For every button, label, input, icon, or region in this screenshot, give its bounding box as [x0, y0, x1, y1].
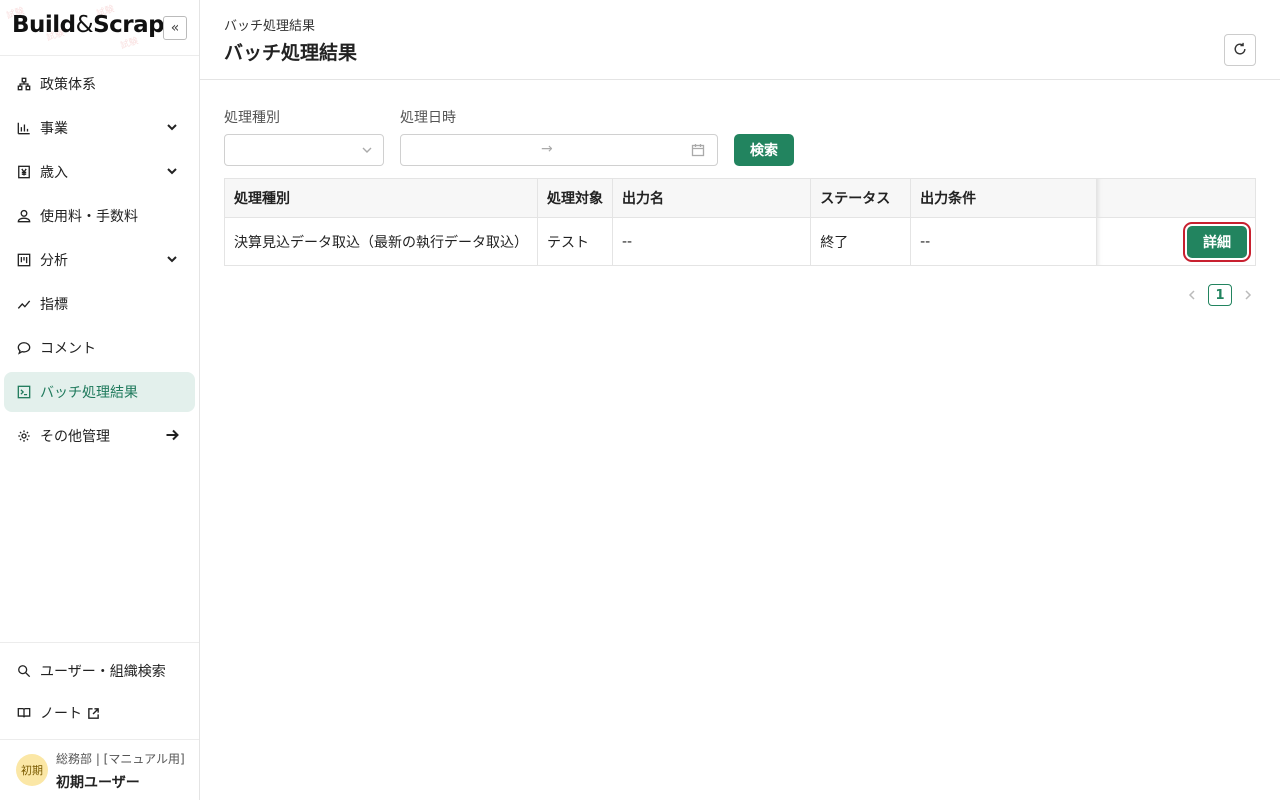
book-icon	[16, 705, 32, 721]
sidebar-item-projects[interactable]: 事業	[4, 108, 195, 148]
sidebar-item-user-org-search[interactable]: ユーザー・組織検索	[4, 651, 195, 691]
cell-output-condition: --	[910, 217, 1097, 266]
range-separator-icon: →	[541, 141, 553, 157]
search-button[interactable]: 検索	[734, 134, 794, 166]
sidebar-item-fees[interactable]: 使用料・手数料	[4, 196, 195, 236]
chevron-down-icon[interactable]	[165, 164, 179, 178]
comment-icon	[16, 340, 32, 356]
chevron-down-icon[interactable]	[165, 252, 179, 266]
sidebar-item-batch-results[interactable]: バッチ処理結果	[4, 372, 195, 412]
calendar-icon	[691, 143, 705, 157]
sidebar-item-notes[interactable]: ノート	[4, 693, 195, 733]
hierarchy-icon	[16, 76, 32, 92]
avatar: 初期	[16, 754, 48, 786]
user-name: 初期ユーザー	[56, 775, 140, 791]
prev-page-icon[interactable]	[1180, 284, 1204, 306]
sidebar: 試験 試験 試験 試験 Build&Scrap « 政策体系 事業 歳入 使用料…	[0, 0, 200, 800]
main-content: バッチ処理結果 バッチ処理結果 処理種別 処理日時 → 検索 処理種別 処理対象…	[200, 0, 1280, 800]
sidebar-item-comments[interactable]: コメント	[4, 328, 195, 368]
sidebar-item-label: その他管理	[40, 429, 110, 445]
logo-text-build: Build	[12, 12, 76, 38]
sidebar-item-label: 歳入	[40, 165, 68, 181]
column-header-actions	[1096, 178, 1256, 218]
page-header: バッチ処理結果 バッチ処理結果	[200, 0, 1280, 80]
table-header-row: 処理種別 処理対象 出力名 ステータス 出力条件	[224, 178, 1256, 218]
sidebar-bottom-nav: ユーザー・組織検索 ノート	[0, 642, 199, 739]
chevron-down-icon[interactable]	[165, 120, 179, 134]
search-icon	[16, 663, 32, 679]
sidebar-item-label: 事業	[40, 121, 68, 137]
page-title: バッチ処理結果	[224, 42, 358, 64]
processing-date-range-picker[interactable]: →	[400, 134, 718, 166]
yen-receipt-icon	[16, 164, 32, 180]
sidebar-item-label: ノート	[40, 706, 82, 722]
sidebar-item-label: 使用料・手数料	[40, 209, 138, 225]
board-icon	[16, 252, 32, 268]
pagination: 1	[1180, 284, 1260, 306]
next-page-icon[interactable]	[1236, 284, 1260, 306]
logo-text-scrap: Scrap	[93, 12, 165, 38]
sidebar-item-label: コメント	[40, 341, 96, 357]
logo-text-amp: &	[75, 12, 94, 38]
terminal-icon	[16, 384, 32, 400]
sidebar-item-label: バッチ処理結果	[40, 385, 138, 401]
cell-actions: 詳細	[1096, 218, 1255, 266]
detail-button[interactable]: 詳細	[1183, 222, 1251, 262]
cell-status: 終了	[810, 217, 912, 266]
external-link-icon	[87, 707, 100, 720]
trend-icon	[16, 296, 32, 312]
cell-target: テスト	[537, 217, 613, 266]
sidebar-item-label: 政策体系	[40, 77, 96, 93]
sidebar-item-label: 指標	[40, 297, 68, 313]
column-header-output-name: 出力名	[612, 178, 812, 218]
bar-chart-icon	[16, 120, 32, 136]
logo-area: 試験 試験 試験 試験 Build&Scrap «	[0, 0, 199, 56]
processing-date-label: 処理日時	[400, 110, 456, 126]
cell-output-name: --	[612, 217, 812, 266]
sidebar-item-label: 分析	[40, 253, 68, 269]
table-row: 決算見込データ取込（最新の執行データ取込） テスト -- 終了 -- 詳細	[224, 217, 1256, 266]
processing-type-select[interactable]	[224, 134, 384, 166]
sidebar-collapse-button[interactable]: «	[163, 16, 187, 40]
app-logo[interactable]: Build&Scrap	[12, 12, 165, 38]
gear-icon	[16, 428, 32, 444]
sidebar-nav: 政策体系 事業 歳入 使用料・手数料 分析 指標 コメント バッチ処理結果 その…	[0, 56, 199, 456]
page-number-current[interactable]: 1	[1208, 284, 1232, 306]
chevron-down-icon	[361, 144, 373, 156]
sidebar-item-other-admin[interactable]: その他管理	[4, 416, 195, 456]
batch-results-table: 処理種別 処理対象 出力名 ステータス 出力条件 決算見込データ取込（最新の執行…	[224, 178, 1256, 266]
sidebar-item-indicators[interactable]: 指標	[4, 284, 195, 324]
breadcrumb[interactable]: バッチ処理結果	[224, 15, 315, 34]
sidebar-item-revenue[interactable]: 歳入	[4, 152, 195, 192]
refresh-button[interactable]	[1224, 34, 1256, 66]
column-header-output-condition: 出力条件	[910, 178, 1097, 218]
column-header-status: ステータス	[810, 178, 912, 218]
arrow-right-icon[interactable]	[165, 428, 179, 442]
processing-type-label: 処理種別	[224, 110, 280, 126]
user-profile[interactable]: 初期 総務部 | [マニュアル用] 初期ユーザー	[0, 739, 199, 800]
sidebar-item-analysis[interactable]: 分析	[4, 240, 195, 280]
coins-icon	[16, 208, 32, 224]
sidebar-item-policy-system[interactable]: 政策体系	[4, 64, 195, 104]
column-header-type: 処理種別	[224, 178, 538, 218]
user-organization: 総務部 | [マニュアル用]	[56, 752, 185, 766]
cell-type: 決算見込データ取込（最新の執行データ取込）	[224, 217, 538, 266]
refresh-icon	[1233, 42, 1247, 59]
column-header-target: 処理対象	[537, 178, 613, 218]
sidebar-item-label: ユーザー・組織検索	[40, 664, 166, 680]
